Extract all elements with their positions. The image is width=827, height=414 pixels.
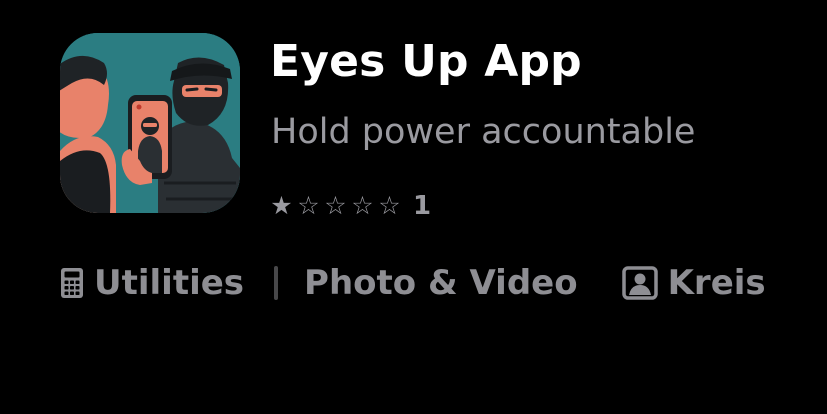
category-label: Utilities bbox=[94, 263, 245, 303]
calculator-icon bbox=[60, 267, 84, 299]
star-empty-icon: ☆ bbox=[378, 191, 401, 220]
genre-link[interactable]: Photo & Video bbox=[304, 256, 578, 310]
star-empty-icon: ☆ bbox=[297, 191, 320, 220]
developer-label: Kreis bbox=[667, 263, 766, 303]
star-empty-icon: ☆ bbox=[324, 191, 347, 220]
star-filled-icon: ★ bbox=[270, 191, 293, 220]
rating[interactable]: ★ ☆ ☆ ☆ ☆ 1 bbox=[268, 186, 431, 226]
phone-figure bbox=[121, 95, 172, 185]
star-empty-icon: ☆ bbox=[351, 191, 374, 220]
rating-count: 1 bbox=[413, 191, 432, 221]
app-icon[interactable] bbox=[60, 33, 240, 213]
developer-link[interactable]: Kreis bbox=[621, 256, 766, 310]
app-title: Eyes Up App bbox=[270, 36, 582, 87]
category-link[interactable]: Utilities bbox=[60, 256, 244, 310]
app-icon-artwork bbox=[60, 33, 240, 213]
genre-label: Photo & Video bbox=[304, 263, 578, 303]
app-meta-row: Utilities Photo & Video Kreis bbox=[60, 256, 766, 310]
meta-separator bbox=[274, 266, 279, 300]
person-square-icon bbox=[621, 266, 658, 300]
app-subtitle: Hold power accountable bbox=[271, 112, 696, 152]
star-rating: ★ ☆ ☆ ☆ ☆ bbox=[268, 186, 403, 226]
